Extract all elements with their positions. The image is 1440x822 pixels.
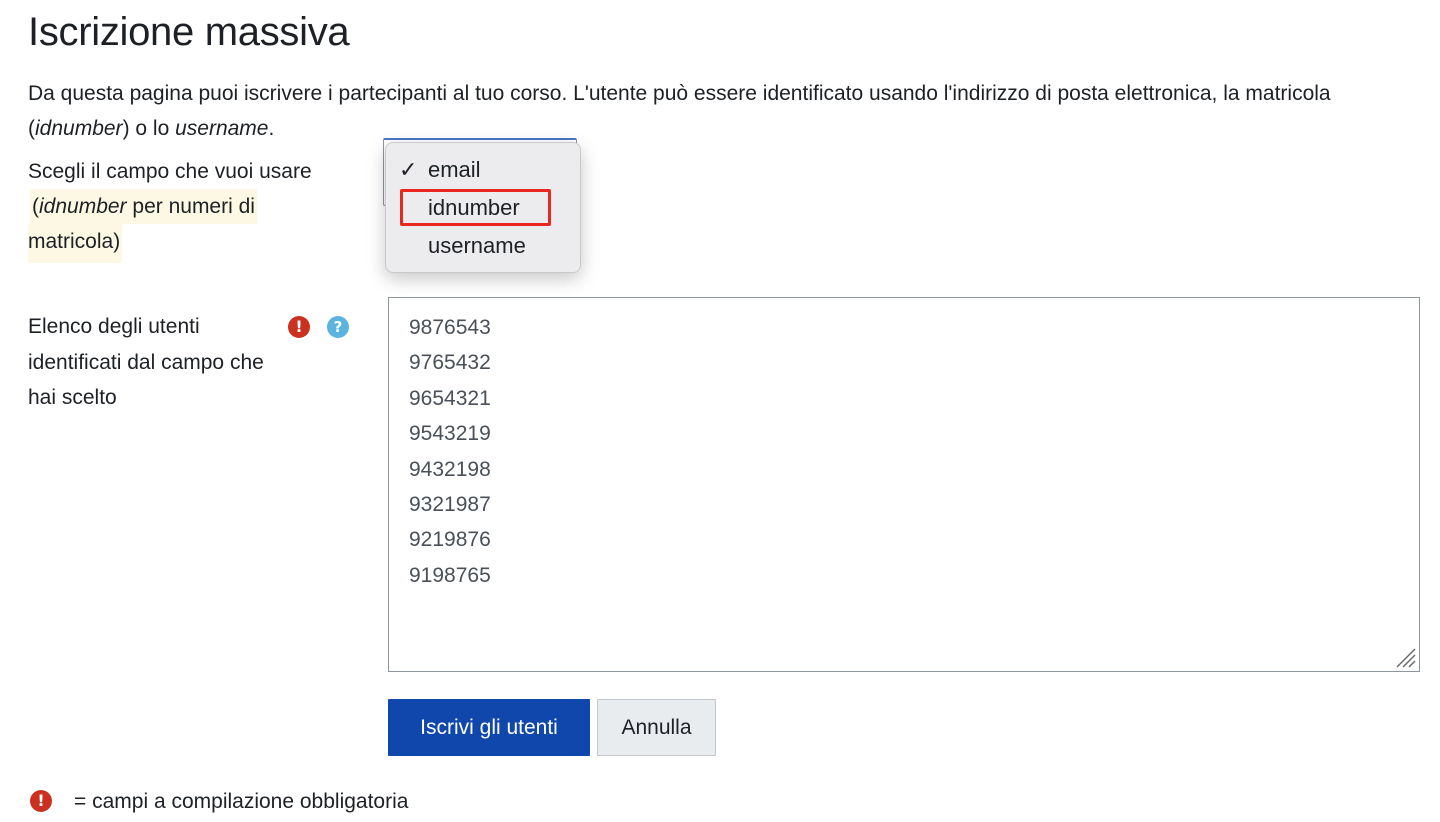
user-list-textarea[interactable]: 9876543 9765432 9654321 9543219 9432198 … [388,297,1420,672]
question-circle-icon[interactable]: ? [327,316,349,338]
cancel-button[interactable]: Annulla [597,699,716,756]
intro-text-3: . [268,117,275,140]
field-select-hint-line2: matricola) [28,224,123,263]
submit-enrol-button[interactable]: Iscrivi gli utenti [388,699,590,756]
textarea-line: 9198765 [409,563,491,587]
textarea-line: 9654321 [409,386,491,410]
option-username[interactable]: username [386,227,580,265]
intro-idnumber: idnumber [35,117,123,140]
field-select-dropdown[interactable]: ✓ email idnumber username [385,142,581,273]
option-email-label: email [428,157,481,182]
page-title: Iscrizione massiva [28,10,350,54]
field-select-label-text: Scegli il campo che vuoi usare [28,160,312,183]
field-select-label: Scegli il campo che vuoi usare (idnumber… [28,154,368,263]
field-select-hint: (idnumber per numeri di [30,189,257,224]
textarea-line: 9543219 [409,422,491,446]
exclamation-circle-icon: ! [288,316,310,338]
textarea-line: 9432198 [409,457,491,481]
option-idnumber[interactable]: idnumber [386,189,580,227]
option-idnumber-label: idnumber [428,195,520,220]
textarea-line: 9765432 [409,351,491,375]
option-email[interactable]: ✓ email [386,151,580,189]
intro-text-2: ) o lo [122,117,176,140]
checkmark-icon: ✓ [399,157,418,182]
user-list-label: Elenco degli utenti identificati dal cam… [28,315,264,409]
exclamation-circle-icon: ! [30,790,52,812]
intro-username: username [175,117,269,140]
resize-grip-icon[interactable] [1393,645,1417,669]
page-description: Da questa pagina puoi iscrivere i partec… [28,76,1428,146]
textarea-line: 9876543 [409,316,491,339]
option-username-label: username [428,233,526,258]
textarea-line: 9219876 [409,528,491,552]
required-fields-note: = campi a compilazione obbligatoria [74,790,409,813]
textarea-line: 9321987 [409,492,491,516]
